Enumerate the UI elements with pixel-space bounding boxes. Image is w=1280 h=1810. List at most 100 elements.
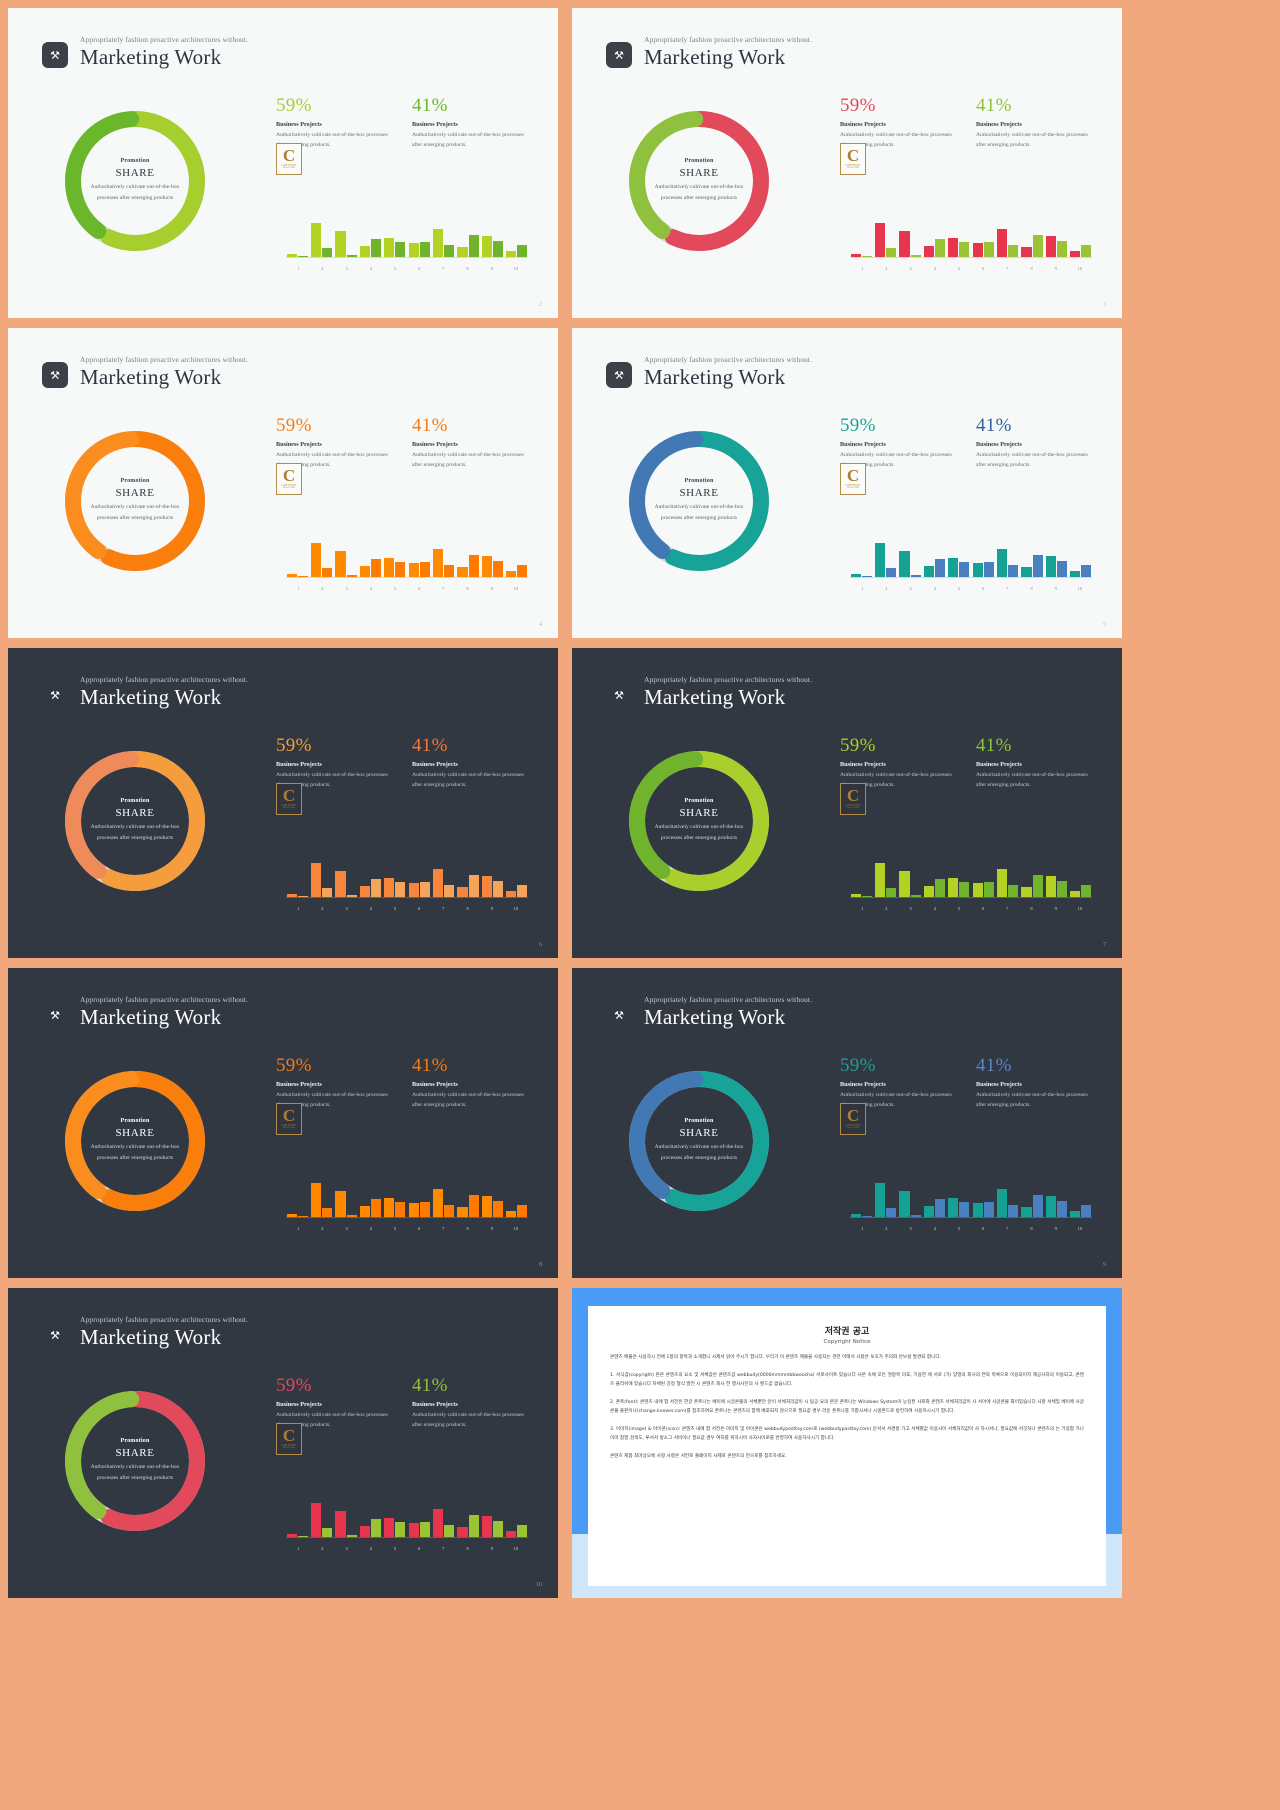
donut-body: Authoritatively cultivate out-of-the-box… xyxy=(654,184,744,201)
page-title: Marketing Work xyxy=(80,1005,222,1030)
bar-group xyxy=(1045,838,1068,897)
tick-label: 3 xyxy=(345,1226,348,1231)
tick-label: 1 xyxy=(860,586,864,591)
header-subtitle: Appropriately fashion proactive architec… xyxy=(644,355,813,364)
slide-4[interactable]: ⚒ Appropriately fashion proactive archit… xyxy=(8,328,558,638)
chart-axis-line xyxy=(286,897,528,898)
header-subtitle: Appropriately fashion proactive architec… xyxy=(80,355,249,364)
donut-widget[interactable]: Promotion SHARE Authoritatively cultivat… xyxy=(614,736,784,906)
chart-tick-labels: 1 2 3 4 5 6 7 8 9 10 xyxy=(850,906,1092,911)
bar-series-a xyxy=(311,542,322,577)
bar-series-b xyxy=(492,240,504,257)
tick-label: 2 xyxy=(885,1226,888,1231)
bar-group xyxy=(996,198,1019,257)
donut-widget[interactable]: Promotion SHARE Authoritatively cultivat… xyxy=(50,1056,220,1226)
donut-widget[interactable]: Promotion SHARE Authoritatively cultivat… xyxy=(50,416,220,586)
slide-2[interactable]: ⚒ Appropriately fashion proactive archit… xyxy=(8,8,558,318)
tick-label: 9 xyxy=(490,266,493,271)
bar-series-a xyxy=(384,878,395,897)
bar-series-b xyxy=(1081,885,1092,897)
emblem-line2: MALL.COM xyxy=(283,167,295,170)
bar-group xyxy=(923,1158,945,1217)
bar-series-b xyxy=(517,1525,528,1537)
bar-chart[interactable]: 1 2 3 4 5 6 7 8 9 10 xyxy=(276,838,534,913)
emblem-letter: C xyxy=(282,465,296,485)
bar-group-container xyxy=(286,1478,528,1537)
bar-group xyxy=(1045,198,1068,257)
stat-body: Authoritatively cultivate out-of-the-box… xyxy=(976,132,1088,149)
tick-label: 1 xyxy=(296,1226,300,1231)
slide-copyright-notice[interactable]: 저작권 공고 Copyright Notice 콘텐츠 매몰은 사용하시 전에 … xyxy=(572,1288,1122,1598)
stat-percent: 59% xyxy=(276,95,312,116)
stat-heading: Business Projects xyxy=(840,121,886,128)
ribbon-icon: ⚒ xyxy=(50,689,60,702)
bar-series-b xyxy=(1056,240,1068,257)
slide-7[interactable]: ⚒ Appropriately fashion proactive archit… xyxy=(572,648,1122,958)
bar-chart[interactable]: 1 2 3 4 5 6 7 8 9 10 xyxy=(276,518,534,593)
bar-group xyxy=(310,518,333,577)
slide-8[interactable]: ⚒ Appropriately fashion proactive archit… xyxy=(8,968,558,1278)
donut-widget[interactable]: Promotion SHARE Authoritatively cultivat… xyxy=(614,1056,784,1226)
slide-5[interactable]: ⚒ Appropriately fashion proactive archit… xyxy=(572,328,1122,638)
bar-chart[interactable]: 1 2 3 4 5 6 7 8 9 10 xyxy=(276,1158,534,1233)
bar-chart[interactable]: 1 2 3 4 5 6 7 8 9 10 xyxy=(840,838,1098,913)
tick-label: 10 xyxy=(1077,1226,1083,1231)
donut-widget[interactable]: Promotion SHARE Authoritatively cultivat… xyxy=(50,96,220,266)
donut-widget[interactable]: Promotion SHARE Authoritatively cultivat… xyxy=(614,416,784,586)
bar-series-b xyxy=(886,888,897,897)
ribbon-icon: ⚒ xyxy=(606,42,632,68)
stat-heading: Business Projects xyxy=(412,121,458,128)
bar-series-b xyxy=(1032,555,1043,577)
stats-row: 59% Business Projects Authoritatively cu… xyxy=(840,1056,1100,1111)
slide-number: 9 xyxy=(1103,1262,1106,1268)
tick-label: 7 xyxy=(442,266,445,271)
bar-series-b xyxy=(444,245,455,257)
slide-header: ⚒ Appropriately fashion proactive archit… xyxy=(42,995,248,1031)
bar-group xyxy=(996,1158,1019,1217)
slide-6[interactable]: ⚒ Appropriately fashion proactive archit… xyxy=(8,648,558,958)
tick-label: 9 xyxy=(1054,1226,1057,1231)
tick-label: 3 xyxy=(345,1546,348,1551)
contents-mall-emblem-icon: C CONTENTS MALL.COM xyxy=(840,1103,866,1135)
bar-series-a xyxy=(408,1523,419,1537)
bar-group-container xyxy=(286,838,528,897)
tick-label: 9 xyxy=(490,586,493,591)
bar-group xyxy=(506,1478,528,1537)
bar-series-b xyxy=(492,1520,504,1537)
bar-group xyxy=(850,1158,872,1217)
bar-series-b xyxy=(1056,880,1068,897)
bar-chart[interactable]: 1 2 3 4 5 6 7 8 9 10 xyxy=(840,1158,1098,1233)
bar-series-b xyxy=(492,560,504,577)
donut-widget[interactable]: Promotion SHARE Authoritatively cultivat… xyxy=(614,96,784,266)
bar-series-b xyxy=(1056,560,1068,577)
bar-chart[interactable]: 1 2 3 4 5 6 7 8 9 10 xyxy=(276,1478,534,1553)
page-title: Marketing Work xyxy=(644,1005,786,1030)
bar-chart[interactable]: 1 2 3 4 5 6 7 8 9 10 xyxy=(840,518,1098,593)
donut-label: SHARE xyxy=(115,167,155,180)
tick-label: 5 xyxy=(957,906,961,911)
bar-series-b xyxy=(1032,1195,1043,1217)
contents-mall-emblem-icon: C CONTENTS MALL.COM xyxy=(840,143,866,175)
slide-3[interactable]: ⚒ Appropriately fashion proactive archit… xyxy=(572,8,1122,318)
stat-percent: 41% xyxy=(976,95,1012,116)
stat-block-2: 41% Business Projects Authoritatively cu… xyxy=(976,96,1098,151)
slide-9[interactable]: ⚒ Appropriately fashion proactive archit… xyxy=(572,968,1122,1278)
donut-widget[interactable]: Promotion SHARE Authoritatively cultivat… xyxy=(50,1376,220,1546)
stat-heading: Business Projects xyxy=(976,441,1022,448)
bar-series-a xyxy=(384,238,395,257)
donut-label: SHARE xyxy=(679,487,719,500)
bar-series-a xyxy=(875,862,886,897)
stat-body: Authoritatively cultivate out-of-the-box… xyxy=(976,452,1088,469)
tick-label: 7 xyxy=(442,1546,445,1551)
stats-row: 59% Business Projects Authoritatively cu… xyxy=(276,96,536,151)
bar-group xyxy=(384,1158,406,1217)
bar-chart[interactable]: 1 2 3 4 5 6 7 8 9 10 xyxy=(276,198,534,273)
bar-series-a xyxy=(972,243,983,257)
bar-chart[interactable]: 1 2 3 4 5 6 7 8 9 10 xyxy=(840,198,1098,273)
bar-series-b xyxy=(370,879,381,897)
slide-10[interactable]: ⚒ Appropriately fashion proactive archit… xyxy=(8,1288,558,1598)
tick-label: 7 xyxy=(442,586,445,591)
header-subtitle: Appropriately fashion proactive architec… xyxy=(80,675,249,684)
donut-widget[interactable]: Promotion SHARE Authoritatively cultivat… xyxy=(50,736,220,906)
stats-row: 59% Business Projects Authoritatively cu… xyxy=(840,736,1100,791)
